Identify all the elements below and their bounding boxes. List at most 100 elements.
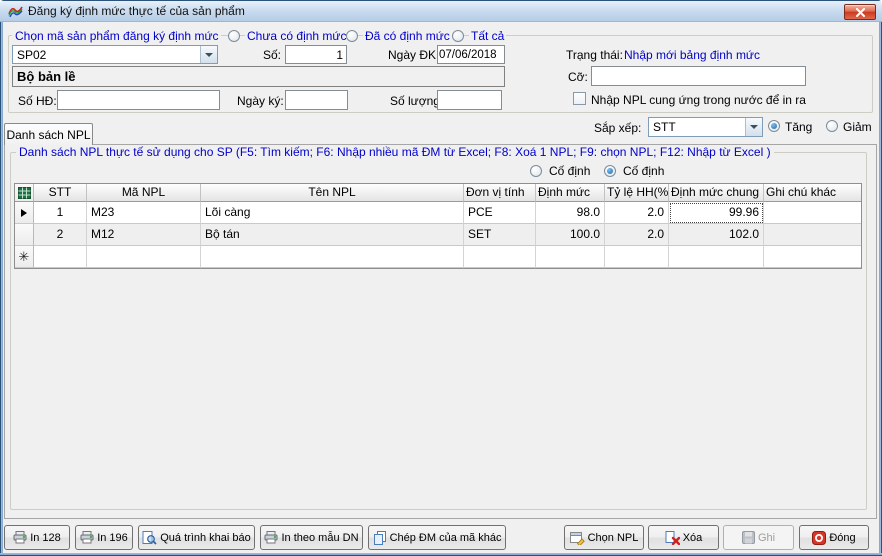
cell-ghi-chu-khac[interactable]	[764, 202, 861, 224]
current-row-arrow-icon	[21, 209, 27, 217]
sort-combobox[interactable]: STT	[648, 117, 763, 137]
title-bar: Đăng ký định mức thực tế của sản phẩm	[0, 0, 882, 22]
sort-dropdown-button[interactable]	[745, 118, 762, 136]
new-row-selector[interactable]: ✳	[15, 246, 34, 268]
cell-dinh-muc[interactable]: 98.0	[536, 202, 605, 224]
cell-dinh-muc[interactable]	[536, 246, 605, 268]
radio-tang-label[interactable]: Tăng	[785, 120, 812, 134]
so-luong-input[interactable]	[437, 90, 502, 110]
radio-tang[interactable]	[768, 120, 780, 132]
in-128-button[interactable]: In 128	[4, 525, 70, 550]
cell-dinh-muc-chung-selected[interactable]: 99.96	[669, 202, 764, 224]
chep-dm-button[interactable]: Chép ĐM của mã khác	[368, 525, 506, 550]
product-name-box: Bộ bản lề	[12, 66, 505, 87]
cell-ma-npl[interactable]	[87, 246, 201, 268]
radio-co-dinh-2[interactable]	[604, 165, 616, 177]
chon-npl-button[interactable]: Chọn NPL	[564, 525, 644, 550]
co-label: Cỡ:	[568, 70, 588, 84]
cell-ten-npl[interactable]: Bộ tán	[201, 224, 464, 246]
cell-ma-npl[interactable]: M12	[87, 224, 201, 246]
cell-ghi-chu-khac[interactable]	[764, 224, 861, 246]
cell-dinh-muc-chung[interactable]	[669, 246, 764, 268]
radio-giam[interactable]	[826, 120, 838, 132]
row-selector-current[interactable]	[15, 202, 34, 224]
row-selector[interactable]	[15, 224, 34, 246]
radio-co-dinh-1[interactable]	[530, 165, 542, 177]
cell-ty-le-hh[interactable]: 2.0	[605, 224, 669, 246]
col-header-ma-npl[interactable]: Mã NPL	[87, 184, 201, 202]
cell-dinh-muc[interactable]: 100.0	[536, 224, 605, 246]
cell-don-vi-tinh[interactable]: PCE	[464, 202, 536, 224]
dong-button[interactable]: Đóng	[799, 525, 869, 550]
cell-stt[interactable]	[34, 246, 87, 268]
trang-thai-label: Trạng thái:	[566, 48, 623, 62]
search-document-icon	[142, 531, 157, 545]
trang-thai-value: Nhập mới bảng định mức	[624, 48, 760, 62]
radio-giam-label[interactable]: Giảm	[843, 120, 872, 134]
product-code-combobox[interactable]: SP02	[12, 45, 218, 64]
product-group-caption: Chọn mã sản phẩm đăng ký định mức	[12, 29, 221, 43]
ghi-button[interactable]: Ghi	[723, 525, 794, 550]
ngay-ky-label: Ngày ký:	[237, 94, 284, 108]
cell-ty-le-hh[interactable]: 2.0	[605, 202, 669, 224]
col-header-dinh-muc[interactable]: Định mức	[536, 184, 605, 202]
col-header-stt[interactable]: STT	[34, 184, 87, 202]
tab-danh-sach-npl[interactable]: Danh sách NPL	[4, 123, 93, 145]
so-hd-label: Số HĐ:	[18, 94, 57, 108]
button-label: In 128	[30, 532, 61, 544]
nhap-npl-checkbox-label[interactable]: Nhập NPL cung ứng trong nước để in ra	[591, 93, 806, 107]
close-button[interactable]	[844, 4, 876, 20]
npl-group-caption: Danh sách NPL thực tế sử dụng cho SP (F5…	[16, 145, 774, 159]
so-input[interactable]	[285, 45, 347, 64]
cell-stt[interactable]: 2	[34, 224, 87, 246]
cell-ten-npl[interactable]	[201, 246, 464, 268]
button-label: In 196	[97, 532, 128, 544]
radio-co-dinh-1-label[interactable]: Cố định	[547, 164, 592, 178]
co-input[interactable]	[591, 66, 806, 86]
radio-da-co-dinh-muc-label[interactable]: Đã có định mức	[363, 29, 452, 43]
so-hd-input[interactable]	[57, 90, 220, 110]
radio-tat-ca-label[interactable]: Tất cả	[469, 29, 506, 43]
cell-ten-npl[interactable]: Lõi càng	[201, 202, 464, 224]
col-header-ten-npl[interactable]: Tên NPL	[201, 184, 464, 202]
chevron-down-icon	[205, 53, 213, 57]
qua-trinh-khai-bao-button[interactable]: Quá trình khai báo	[138, 525, 255, 550]
grid-select-all-cell[interactable]	[15, 184, 34, 202]
sap-xep-label: Sắp xếp:	[594, 121, 641, 135]
col-header-ty-le-hh[interactable]: Tỷ lệ HH(%)	[605, 184, 669, 202]
radio-chua-co-dinh-muc-label[interactable]: Chưa có định mức	[245, 29, 348, 43]
col-header-dinh-muc-chung[interactable]: Định mức chung	[669, 184, 764, 202]
product-code-dropdown-button[interactable]	[200, 46, 217, 63]
xoa-button[interactable]: Xóa	[648, 525, 719, 550]
cell-dinh-muc-chung[interactable]: 102.0	[669, 224, 764, 246]
cell-ty-le-hh[interactable]	[605, 246, 669, 268]
nhap-npl-checkbox[interactable]	[573, 92, 586, 105]
grid-header-row: STT Mã NPL Tên NPL Đơn vị tính Định mức …	[15, 184, 861, 202]
printer-icon	[13, 531, 27, 544]
radio-chua-co-dinh-muc[interactable]	[228, 30, 240, 42]
cell-don-vi-tinh[interactable]: SET	[464, 224, 536, 246]
so-luong-label: Số lượng:	[390, 94, 443, 108]
in-theo-mau-dn-button[interactable]: In theo mẫu DN	[260, 525, 363, 550]
printer-icon	[80, 531, 94, 544]
col-header-ghi-chu-khac[interactable]: Ghi chú khác	[764, 184, 861, 202]
ngay-ky-input[interactable]	[285, 90, 348, 110]
ngay-dk-input[interactable]	[437, 45, 505, 64]
cell-don-vi-tinh[interactable]	[464, 246, 536, 268]
col-header-don-vi-tinh[interactable]: Đơn vị tính	[464, 184, 536, 202]
radio-co-dinh-2-label[interactable]: Cố định	[621, 164, 666, 178]
in-196-button[interactable]: In 196	[75, 525, 133, 550]
tab-label: Danh sách NPL	[6, 128, 90, 142]
excel-icon	[18, 187, 31, 199]
so-label: Số:	[263, 48, 281, 62]
radio-tat-ca[interactable]	[452, 30, 464, 42]
cell-ma-npl[interactable]: M23	[87, 202, 201, 224]
window-border-left	[0, 22, 3, 556]
radio-da-co-dinh-muc[interactable]	[346, 30, 358, 42]
new-row-icon: ✳	[19, 250, 30, 263]
cell-stt[interactable]: 1	[34, 202, 87, 224]
button-label: Chọn NPL	[588, 532, 639, 544]
cell-ghi-chu-khac[interactable]	[764, 246, 861, 268]
npl-data-grid: STT Mã NPL Tên NPL Đơn vị tính Định mức …	[14, 183, 862, 269]
delete-icon	[665, 531, 680, 545]
